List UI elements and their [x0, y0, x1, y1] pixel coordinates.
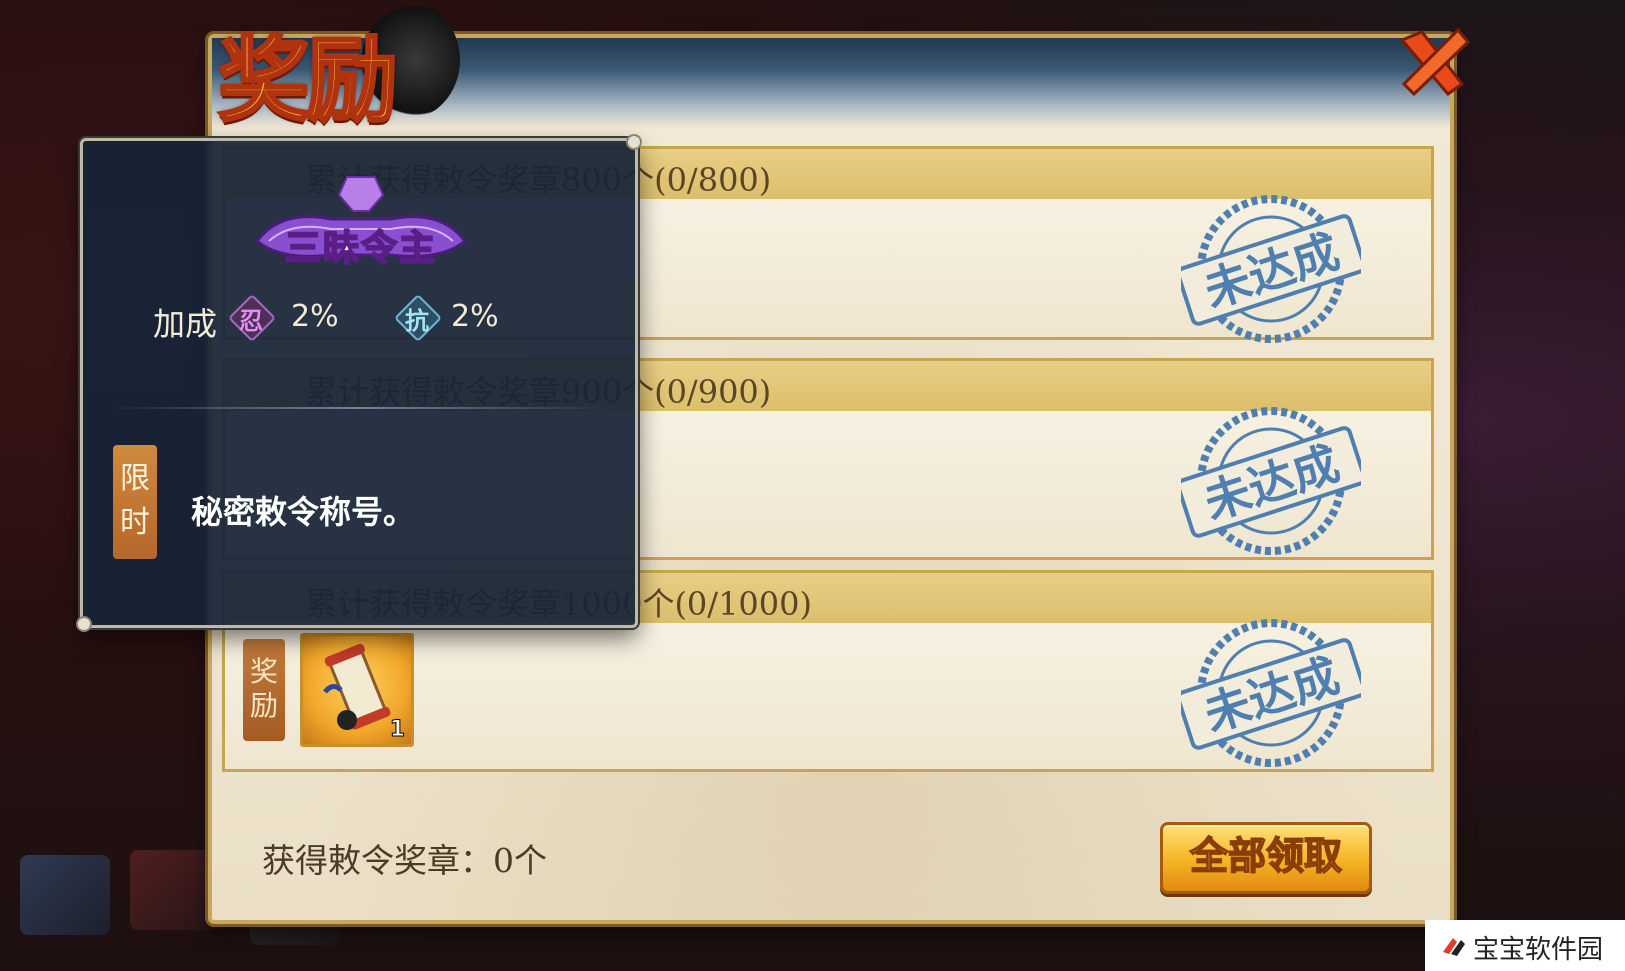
limited-time-tag: 限时	[113, 445, 157, 559]
title-tooltip: 三昧令主 加成 忍 2% 抗 2% 限时 秘密敕令称号。	[76, 134, 642, 632]
title-badge: 三昧令主	[251, 175, 471, 270]
task-icon	[130, 850, 220, 930]
item-count: 1	[389, 717, 405, 743]
medal-count-text: 获得敕令奖章：0个	[262, 841, 547, 880]
watermark-text: 宝宝软件园	[1473, 935, 1604, 965]
watermark-logo-icon	[1443, 938, 1465, 956]
resistance-bonus-value: 2%	[451, 299, 499, 334]
corner-rivet-icon	[76, 616, 92, 632]
ninjutsu-attribute-icon: 忍	[227, 293, 277, 343]
not-achieved-stamp-icon: 未达成	[1176, 401, 1367, 561]
close-icon	[1399, 27, 1471, 97]
reward-item-slot[interactable]: 1	[300, 633, 414, 747]
panel-title-text: 奖励	[216, 25, 399, 136]
divider	[107, 407, 611, 409]
gift-box-icon	[20, 855, 110, 935]
not-achieved-stamp-icon: 未达成	[1176, 189, 1367, 349]
watermark: 宝宝软件园	[1425, 920, 1625, 971]
resistance-attribute-icon: 抗	[393, 293, 443, 343]
title-description: 秘密敕令称号。	[191, 493, 416, 531]
bonus-label: 加成	[153, 305, 218, 343]
close-button[interactable]	[1392, 22, 1472, 102]
ninjutsu-bonus-value: 2%	[291, 299, 339, 334]
corner-rivet-icon	[626, 134, 642, 150]
reward-label: 奖励	[243, 639, 285, 741]
claim-all-button[interactable]: 全部领取	[1160, 822, 1372, 894]
not-achieved-stamp-icon: 未达成	[1176, 613, 1367, 773]
title-name: 三昧令主	[284, 226, 437, 270]
